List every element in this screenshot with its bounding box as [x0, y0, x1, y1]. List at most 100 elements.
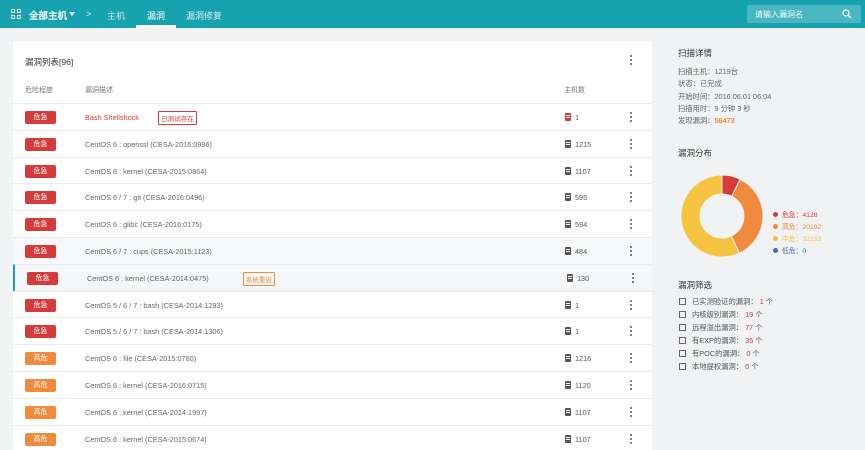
filter-label: 已实测验证的漏洞： [692, 297, 758, 306]
row-more-options-icon[interactable] [627, 245, 635, 257]
filter-option[interactable]: 远程溢出漏洞： 77 个 [679, 323, 763, 333]
host-icon [565, 166, 571, 175]
filter-option[interactable]: 已实测验证的漏洞： 1 个 [679, 297, 773, 307]
filter-option[interactable]: 本地提权漏洞： 0 个 [679, 362, 759, 372]
filter-option[interactable]: 有EXP的漏洞： 35 个 [679, 336, 763, 346]
top-bar: 全部主机 > 主机 漏洞 漏洞修复 请输入漏洞名 [0, 0, 865, 28]
vulnerability-name[interactable]: CentOS 6 : glibc (CESA-2016:0175) [85, 220, 202, 229]
severity-badge: 危急 [25, 111, 56, 124]
legend-label: 危急：4128 [782, 212, 818, 219]
vulnerability-name[interactable]: CentOS 6 : kernel (CESA-2015:0864) [85, 167, 207, 176]
host-icon [565, 327, 571, 336]
chevron-down-icon[interactable] [69, 12, 75, 16]
row-more-options-icon[interactable] [627, 138, 635, 150]
vulnerability-name[interactable]: CentOS 6 : openssl (CESA-2016:0996) [85, 140, 212, 149]
nav-tab-hosts[interactable]: 主机 [107, 9, 125, 22]
scan-status-line: 状态：已完成 [678, 79, 722, 88]
nav-tab-vulnerabilities[interactable]: 漏洞 [147, 9, 165, 22]
row-more-options-icon[interactable] [627, 218, 635, 230]
vulnerability-name[interactable]: CentOS 5 / 6 / 7 : bash (CESA-2014:1293) [85, 301, 223, 310]
row-more-options-icon[interactable] [627, 406, 635, 418]
active-tab-indicator [136, 25, 176, 28]
vulnerability-name[interactable]: CentOS 6 : file (CESA-2015:0760) [85, 354, 196, 363]
legend-item: 中危：32153 [773, 233, 821, 243]
severity-badge: 危急 [25, 298, 56, 312]
table-row[interactable]: 高危 CentOS 6 : kernel (CESA-2015:0674) 1107 [13, 424, 652, 450]
host-count: 1107 [575, 407, 591, 417]
severity-badge: 危急 [25, 245, 56, 258]
row-more-options-icon[interactable] [627, 352, 635, 364]
row-more-options-icon[interactable] [627, 111, 635, 123]
scan-start-line: 开始时间：2016.06.01 06:04 [678, 92, 772, 101]
row-more-options-icon[interactable] [627, 379, 635, 391]
severity-badge: 危急 [27, 271, 58, 285]
vulnerability-name[interactable]: CentOS 6 : kernel (CESA-2014:0475) [87, 274, 209, 283]
severity-badge: 高危 [25, 432, 56, 446]
host-count: 1120 [575, 381, 591, 390]
found-vulns-label: 发现漏洞： [678, 116, 715, 125]
filters-title: 漏洞筛选 [678, 280, 713, 290]
host-count: 484 [575, 247, 588, 256]
host-count: 1 [575, 327, 580, 337]
row-more-options-icon[interactable] [627, 325, 635, 337]
filter-option[interactable]: 有POC的漏洞： 0 个 [679, 349, 760, 359]
search-icon[interactable] [842, 9, 852, 19]
scan-duration-line: 扫描用时：9 分钟 3 秒 [678, 104, 751, 113]
table-row[interactable]: 危急 CentOS 6 : glibc (CESA-2016:0175) 594 [13, 210, 652, 237]
filter-label: 有POC的漏洞： [692, 349, 745, 358]
checkbox[interactable] [679, 363, 686, 370]
host-count: 1 [575, 300, 580, 310]
severity-badge: 危急 [25, 218, 56, 232]
filter-count: 0 [745, 362, 750, 371]
search-placeholder: 请输入漏洞名 [755, 10, 803, 19]
row-more-options-icon[interactable] [627, 191, 635, 203]
table-row[interactable]: 高危 CentOS 6 : file (CESA-2015:0760) 1216 [13, 344, 652, 371]
table-row[interactable]: 危急 CentOS 6 / 7 : cups (CESA-2015:1123) 48… [13, 237, 652, 264]
vulnerability-name[interactable]: CentOS 6 : kernel (CESA-2015:0674) [85, 435, 207, 444]
search-input[interactable]: 请输入漏洞名 [747, 5, 861, 23]
table-row[interactable]: 危急 CentOS 5 / 6 / 7 : bash (CESA-2014:129… [13, 290, 652, 318]
severity-badge: 危急 [25, 164, 56, 178]
row-more-options-icon[interactable] [627, 433, 635, 445]
host-count: 1 [575, 113, 580, 122]
all-hosts-dropdown[interactable]: 全部主机 [29, 8, 67, 22]
filter-label: 内核级别漏洞： [692, 310, 744, 319]
vulnerability-name[interactable]: CentOS 6 : kernel (CESA-2014:1997) [85, 408, 207, 417]
table-row[interactable]: 高危 CentOS 6 : kernel (CESA-2016:0715) 1120 [13, 371, 652, 398]
row-more-options-icon[interactable] [629, 272, 637, 284]
found-vulns-line: 发现漏洞：56473 [678, 116, 735, 126]
checkbox[interactable] [679, 311, 686, 318]
more-options-icon[interactable] [627, 54, 635, 66]
legend-item: 高危：20192 [773, 221, 821, 231]
filter-count: 35 [745, 336, 754, 345]
table-row[interactable]: 危急 CentOS 5 / 6 / 7 : bash (CESA-2014:130… [13, 317, 652, 344]
checkbox[interactable] [679, 337, 686, 344]
table-row[interactable]: 危急 CentOS 6 : kernel (CESA-2015:0864) 1107 [13, 156, 652, 184]
scan-details-title: 扫描详情 [678, 48, 713, 58]
vulnerability-name[interactable]: CentOS 6 / 7 : cups (CESA-2015:1123) [85, 247, 212, 256]
table-row[interactable]: 高危 CentOS 6 : kernel (CESA-2014:1997) 1107 [13, 397, 652, 425]
grid-icon[interactable] [11, 9, 21, 19]
vulnerability-name[interactable]: CentOS 6 / 7 : git (CESA-2016:0496) [85, 193, 205, 202]
scan-summary-panel: 扫描详情 扫描主机：1219台 状态：已完成 开始时间：2016.06.01 0… [665, 41, 865, 450]
filter-option[interactable]: 内核级别漏洞： 19 个 [679, 310, 763, 320]
legend-item: 低危：0 [773, 245, 806, 255]
vulnerability-name[interactable]: Bash Shellshock [85, 113, 139, 122]
severity-badge: 危急 [25, 191, 56, 205]
column-header-description: 漏洞描述 [85, 87, 113, 94]
table-row[interactable]: 危急 Bash Shellshock 已测试存在 1 [13, 103, 652, 130]
table-row[interactable]: 危急 CentOS 6 / 7 : git (CESA-2016:0496) 595 [13, 183, 652, 210]
row-more-options-icon[interactable] [627, 299, 635, 311]
filter-unit: 个 [755, 323, 763, 332]
checkbox[interactable] [679, 298, 686, 305]
vulnerability-name[interactable]: CentOS 5 / 6 / 7 : bash (CESA-2014:1306) [85, 327, 223, 336]
vulnerability-name[interactable]: CentOS 6 : kernel (CESA-2016:0715) [85, 381, 207, 390]
status-tag: 已测试存在 [158, 111, 197, 125]
table-row[interactable]: 危急 CentOS 6 : openssl (CESA-2016:0996) 121… [13, 129, 652, 157]
table-row[interactable]: 危急 CentOS 6 : kernel (CESA-2014:0475) 系统重启… [13, 263, 652, 291]
checkbox[interactable] [679, 324, 686, 331]
filter-label: 有EXP的漏洞： [692, 336, 744, 345]
nav-tab-vuln-repair[interactable]: 漏洞修复 [186, 9, 222, 22]
row-more-options-icon[interactable] [627, 165, 635, 177]
checkbox[interactable] [679, 350, 686, 357]
